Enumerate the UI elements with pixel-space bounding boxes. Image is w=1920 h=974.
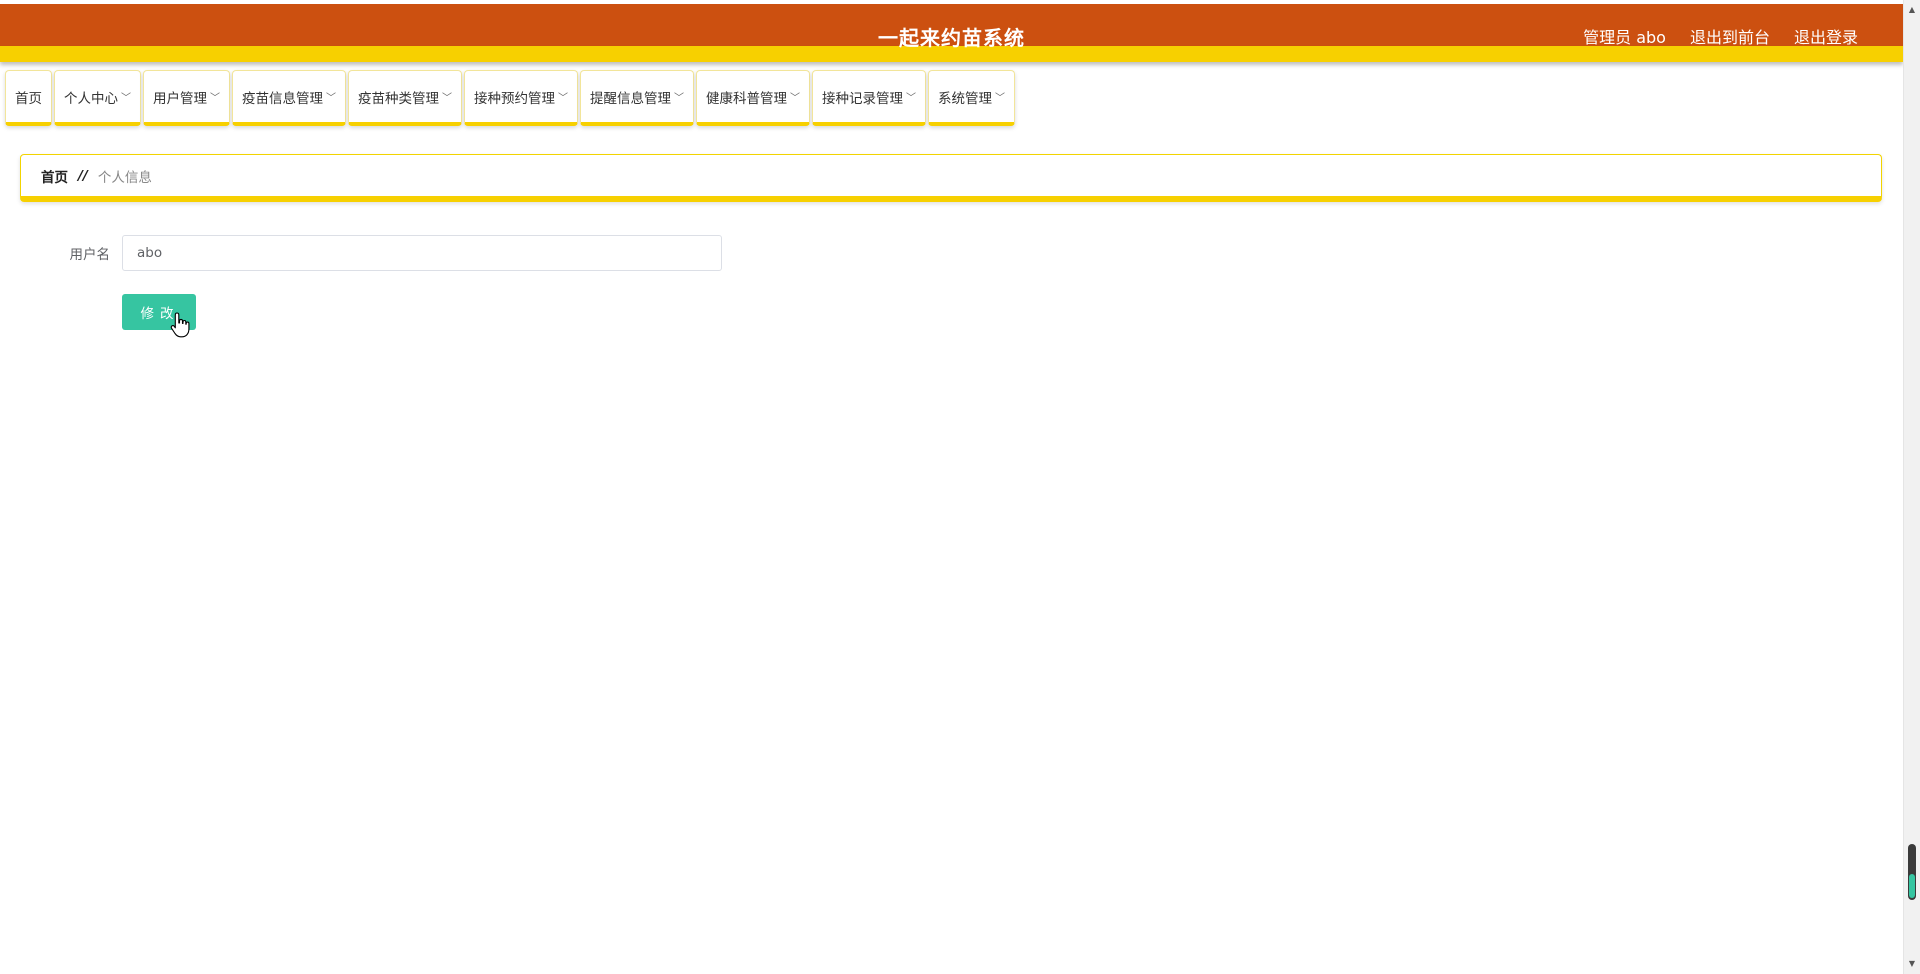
- breadcrumb-home[interactable]: 首页: [41, 166, 68, 186]
- chevron-down-icon: ﹀: [906, 93, 916, 104]
- nav-item-label: 系统管理: [938, 90, 992, 107]
- admin-user-link[interactable]: 管理员 abo: [1583, 24, 1666, 48]
- nav-item-label: 接种记录管理: [822, 90, 903, 107]
- nav-item-label: 接种预约管理: [474, 90, 555, 107]
- scroll-down-icon[interactable]: ▼: [1904, 956, 1920, 972]
- nav-item-label: 疫苗种类管理: [358, 90, 439, 107]
- breadcrumb-separator: //: [78, 167, 88, 184]
- nav-item-health-education-management[interactable]: 健康科普管理 ﹀: [696, 70, 810, 126]
- username-label: 用户名: [69, 247, 111, 263]
- nav-item-label: 疫苗信息管理: [242, 90, 323, 107]
- username-form-row: 用户名: [40, 235, 722, 271]
- chevron-down-icon: ﹀: [558, 93, 568, 104]
- nav-item-label: 健康科普管理: [706, 90, 787, 107]
- back-to-frontend-link[interactable]: 退出到前台: [1690, 24, 1770, 48]
- nav-item-system-management[interactable]: 系统管理 ﹀: [928, 70, 1015, 126]
- nav-item-vaccine-info-management[interactable]: 疫苗信息管理 ﹀: [232, 70, 346, 126]
- nav-item-vaccine-type-management[interactable]: 疫苗种类管理 ﹀: [348, 70, 462, 126]
- chevron-down-icon: ﹀: [121, 93, 131, 104]
- nav-item-appointment-management[interactable]: 接种预约管理 ﹀: [464, 70, 578, 126]
- breadcrumb-current: 个人信息: [97, 169, 152, 186]
- nav-item-label: 个人中心: [64, 90, 118, 107]
- username-input[interactable]: [122, 235, 722, 271]
- scrollbar-thumb-accent: [1909, 874, 1915, 898]
- nav-item-home[interactable]: 首页: [5, 70, 52, 126]
- nav-item-user-management[interactable]: 用户管理 ﹀: [143, 70, 230, 126]
- app-viewport: 一起来约苗系统 管理员 abo 退出到前台 退出登录 首页 个人中心 ﹀ 用户管…: [0, 0, 1903, 974]
- nav-item-label: 用户管理: [153, 90, 207, 107]
- header-links: 管理员 abo 退出到前台 退出登录: [1583, 24, 1858, 48]
- chevron-down-icon: ﹀: [326, 93, 336, 104]
- modify-button[interactable]: 修改: [122, 294, 196, 330]
- chevron-down-icon: ﹀: [790, 93, 800, 104]
- main-nav: 首页 个人中心 ﹀ 用户管理 ﹀ 疫苗信息管理 ﹀ 疫苗种类管理 ﹀ 接种预约管…: [5, 70, 1015, 126]
- breadcrumb: 首页 // 个人信息: [20, 154, 1882, 202]
- scroll-up-icon[interactable]: ▲: [1904, 2, 1920, 18]
- chevron-down-icon: ﹀: [442, 93, 452, 104]
- chevron-down-icon: ﹀: [674, 93, 684, 104]
- nav-item-personal-center[interactable]: 个人中心 ﹀: [54, 70, 141, 126]
- logout-link[interactable]: 退出登录: [1794, 24, 1858, 48]
- nav-item-label: 首页: [15, 90, 42, 107]
- chevron-down-icon: ﹀: [210, 93, 220, 104]
- nav-item-vaccination-record-management[interactable]: 接种记录管理 ﹀: [812, 70, 926, 126]
- nav-item-label: 提醒信息管理: [590, 90, 671, 107]
- chevron-down-icon: ﹀: [995, 93, 1005, 104]
- vertical-scrollbar[interactable]: ▲ ▼: [1903, 0, 1920, 974]
- nav-item-reminder-management[interactable]: 提醒信息管理 ﹀: [580, 70, 694, 126]
